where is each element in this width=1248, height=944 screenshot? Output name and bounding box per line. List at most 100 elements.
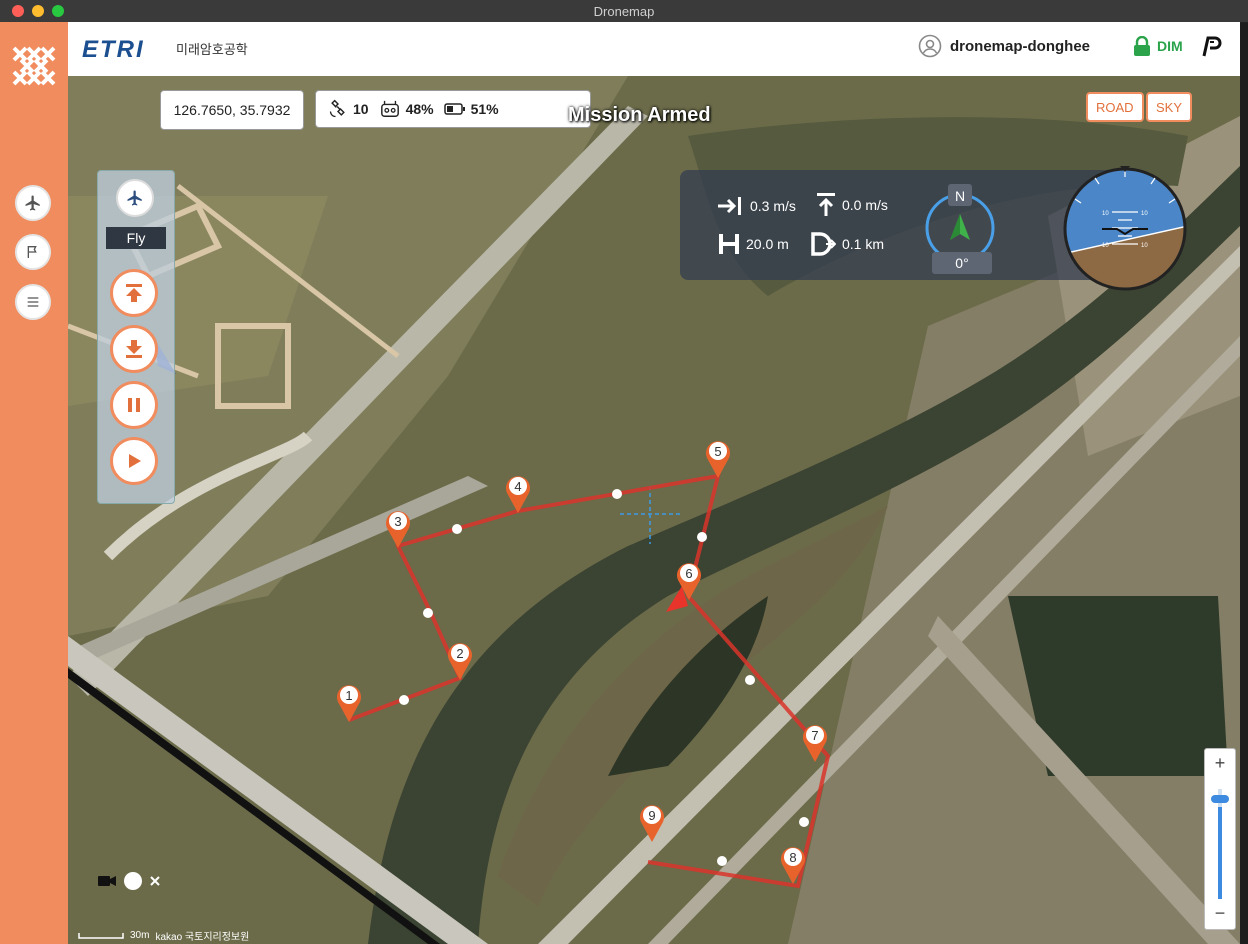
svg-text:1: 1 [345,688,352,703]
zoom-control: + − [1204,748,1236,930]
pause-button[interactable] [110,381,158,429]
app-logo-icon [12,46,56,86]
dim-toggle[interactable]: DIM [1133,36,1183,56]
vertical-speed-icon [817,193,835,216]
svg-text:9: 9 [648,808,655,823]
svg-text:10: 10 [1102,243,1109,249]
scale-label: 30m [130,930,150,941]
map-scale: 30m kakao 국토지리정보원 [78,928,249,943]
video-camera-icon[interactable] [98,875,116,887]
battery-icon [443,103,465,115]
coordinate-display: 126.7650, 35.7932 [160,90,304,130]
height-icon [719,234,739,254]
height-readout: 20.0 m [718,232,789,256]
land-button[interactable] [110,325,158,373]
map-view[interactable]: 1 2 3 4 5 6 7 8 9 126.7650, 35.7932 10 4… [68,76,1240,944]
distance-readout: 0.1 km [810,232,884,256]
svg-text:5: 5 [714,444,721,459]
zoom-slider-handle[interactable] [1211,795,1229,803]
map-attribution: kakao 국토지리정보원 [155,932,250,943]
window-title: Dronemap [593,4,655,19]
svg-text:3: 3 [394,514,401,529]
route-midpoint [452,524,462,534]
flag-icon [27,246,37,258]
brand-logo: ETRI [82,36,145,63]
waypoint-9[interactable]: 9 [638,800,666,844]
telemetry-panel: 0.3 m/s 0.0 m/s 20.0 m 0.1 km N 0° [680,170,1118,280]
takeoff-button[interactable] [110,269,158,317]
brand-subtitle: 미래암호공학 [176,42,248,57]
username: dronemap-donghee [950,37,1091,55]
satellite-icon [329,99,345,118]
svg-text:7: 7 [811,728,818,743]
vertical-speed: 0.0 m/s [816,192,888,218]
waypoint-8[interactable]: 8 [779,842,807,886]
airplane-icon [127,190,142,206]
horizontal-speed-icon [718,197,741,215]
svg-text:2: 2 [456,646,463,661]
svg-text:4: 4 [514,479,521,494]
route-midpoint [423,608,433,618]
record-toggle[interactable] [124,872,142,890]
recording-controls [98,872,160,890]
user-avatar-icon [918,34,942,58]
airplane-icon [25,195,40,211]
mission-status: Mission Armed [568,104,711,126]
svg-text:6: 6 [685,566,692,581]
app-window: Dronemap ETRI 미래암호공학 dronemap-donghee DI… [0,0,1248,944]
map-type-road-button[interactable]: ROAD [1086,92,1144,122]
title-bar: Dronemap [0,0,1248,23]
controller-status: 48% [379,99,434,119]
drone-battery: 51% [470,101,499,117]
attitude-indicator-icon: 10 10 10 10 [1063,166,1187,291]
user-account[interactable]: dronemap-donghee [918,34,1090,58]
scale-bar-icon [78,932,124,939]
drone-battery-status: 51% [443,101,499,117]
svg-text:10: 10 [1141,211,1148,217]
remote-controller-icon [380,100,399,117]
zoom-out-button[interactable]: − [1205,901,1235,925]
waypoint-4[interactable]: 4 [504,471,532,515]
svg-text:N: N [955,188,965,204]
route-midpoint [799,817,809,827]
status-bar: 10 48% 51% [315,90,591,128]
route-midpoint [399,695,409,705]
distance-icon [811,232,836,256]
dim-label: DIM [1157,38,1183,54]
route-midpoint [612,489,622,499]
lock-icon [1134,36,1150,56]
zoom-level-fill [1218,807,1222,899]
close-icon[interactable] [150,876,160,886]
sidebar-menu-button[interactable] [15,284,51,320]
map-type-sky-button[interactable]: SKY [1146,92,1193,122]
app-header: ETRI 미래암호공학 dronemap-donghee DIM [68,22,1240,77]
land-icon [126,340,142,358]
compass-icon: N [925,184,995,262]
waypoint-3[interactable]: 3 [384,506,412,550]
horizontal-speed: 0.3 m/s [716,196,796,216]
route-midpoint [697,532,707,542]
waypoint-1[interactable]: 1 [335,680,363,724]
controller-battery: 48% [405,101,434,117]
sidebar-flag-button[interactable] [15,234,51,270]
svg-text:10: 10 [1141,243,1148,249]
waypoint-6[interactable]: 6 [675,558,703,602]
waypoint-5[interactable]: 5 [704,436,732,480]
play-icon [129,454,141,468]
fly-mode-label: Fly [106,227,166,249]
parking-icon[interactable] [1200,36,1222,58]
satellite-count: 10 [353,101,369,117]
pause-icon [128,398,140,412]
sidebar-airplane-button[interactable] [15,185,51,221]
waypoint-2[interactable]: 2 [446,638,474,682]
sidebar [0,22,68,944]
play-button[interactable] [110,437,158,485]
svg-text:8: 8 [789,850,796,865]
takeoff-icon [126,284,142,302]
svg-text:10: 10 [1102,211,1109,217]
satellite-status: 10 [328,99,369,119]
waypoint-7[interactable]: 7 [801,720,829,764]
menu-icon [27,297,39,307]
zoom-in-button[interactable]: + [1205,751,1235,775]
fly-mode-button[interactable] [116,179,154,217]
